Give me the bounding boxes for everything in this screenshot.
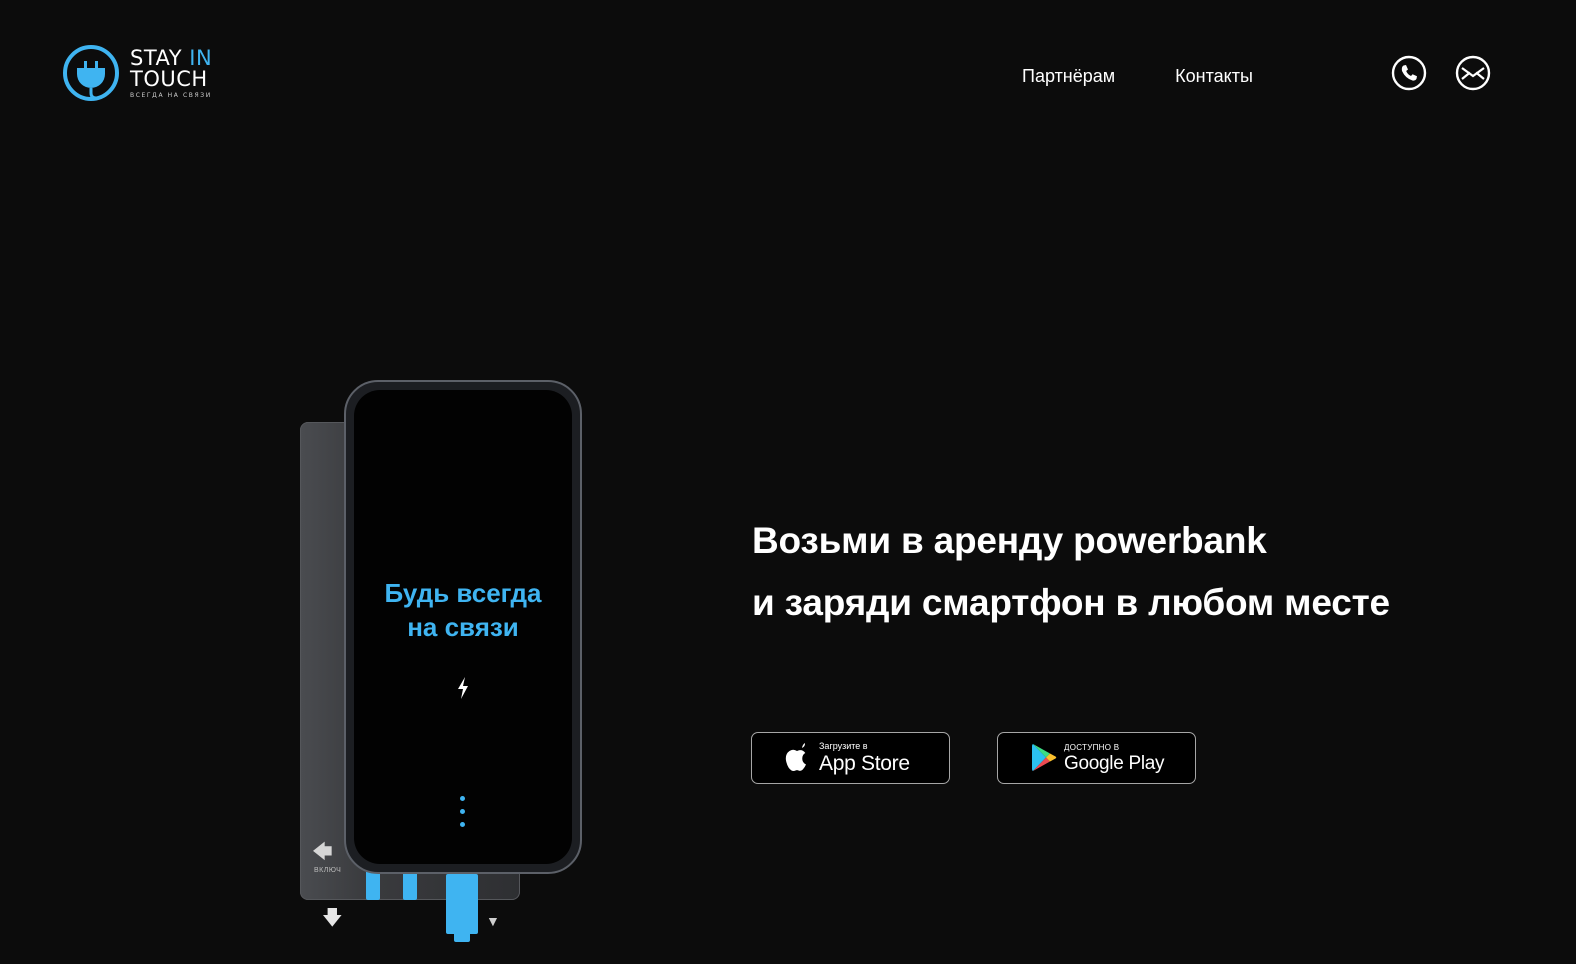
arrow-down-small-icon: ▼ bbox=[486, 913, 500, 929]
mail-icon[interactable] bbox=[1455, 55, 1491, 91]
phone-tagline-line-2: на связи bbox=[407, 612, 519, 642]
arrow-left-icon: 🡄 bbox=[312, 841, 333, 863]
smartphone: Будь всегда на связи bbox=[344, 380, 582, 874]
google-play-icon bbox=[1032, 744, 1057, 771]
station-label: ВКЛЮЧ bbox=[314, 867, 342, 874]
contact-icons bbox=[1391, 55, 1491, 91]
logo-line-2: TOUCH bbox=[130, 66, 208, 91]
lightning-bolt-icon bbox=[458, 677, 468, 699]
apple-icon bbox=[785, 743, 806, 771]
plug-logo-icon bbox=[63, 45, 119, 101]
google-play-text: ДОСТУПНО В Google Play bbox=[1064, 742, 1165, 774]
logo-subtitle: ВСЕГДА НА СВЯЗИ bbox=[130, 91, 212, 99]
google-play-button[interactable]: ДОСТУПНО В Google Play bbox=[997, 732, 1196, 784]
google-play-label: Google Play bbox=[1064, 752, 1165, 774]
phone-screen: Будь всегда на связи bbox=[354, 390, 572, 864]
logo-text: STAY IN TOUCH ВСЕГДА НА СВЯЗИ bbox=[130, 45, 213, 99]
hero-headline-line-1: Возьми в аренду powerbank bbox=[752, 520, 1267, 561]
hero-headline: Возьми в аренду powerbank и заряди смарт… bbox=[752, 510, 1390, 634]
app-store-text: Загрузите в App Store bbox=[819, 741, 910, 775]
hero-headline-line-2: и заряди смартфон в любом месте bbox=[752, 582, 1390, 623]
nav-link-partners[interactable]: Партнёрам bbox=[1022, 66, 1115, 87]
google-play-small-label: ДОСТУПНО В bbox=[1064, 742, 1120, 752]
page: STAY IN TOUCH ВСЕГДА НА СВЯЗИ Партнёрам … bbox=[0, 0, 1576, 964]
logo-line-1: STAY IN bbox=[130, 45, 213, 70]
main-nav: Партнёрам Контакты bbox=[1022, 66, 1253, 87]
arrow-down-icon: 🡇 bbox=[322, 907, 343, 929]
cable-3 bbox=[446, 874, 478, 934]
phone-icon[interactable] bbox=[1391, 55, 1427, 91]
nav-link-contacts[interactable]: Контакты bbox=[1175, 66, 1253, 87]
phone-tagline-line-1: Будь всегда bbox=[384, 578, 542, 608]
app-store-button[interactable]: Загрузите в App Store bbox=[751, 732, 950, 784]
loading-dots bbox=[460, 796, 466, 835]
phone-tagline: Будь всегда на связи bbox=[354, 576, 572, 644]
cable-plug bbox=[454, 930, 470, 942]
powerbank-station-illustration: 🡄 ВКЛЮЧ 🡇 ▼ Будь всегда на связи bbox=[296, 378, 596, 958]
app-store-label: App Store bbox=[819, 752, 910, 775]
logo-link[interactable]: STAY IN TOUCH ВСЕГДА НА СВЯЗИ bbox=[62, 44, 212, 102]
app-store-small-label: Загрузите в bbox=[819, 741, 868, 751]
